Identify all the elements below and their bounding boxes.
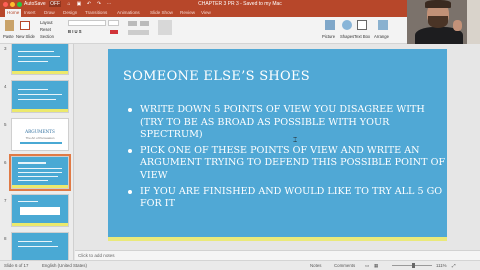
comments-button[interactable]: Comments: [334, 261, 355, 270]
thumb-number: 8: [4, 236, 7, 241]
font-format-buttons[interactable]: B I U S: [68, 29, 82, 34]
bullet-dot-icon: [128, 189, 132, 194]
powerpoint-window: AutoSave OFF ⌂ ▣ ↶ ↷ ⋯ CHAPTER 3 PR 3 - …: [0, 0, 480, 270]
thumb-number: 6: [4, 160, 7, 165]
numbering-icon[interactable]: [140, 21, 149, 26]
bullets-icon[interactable]: [128, 21, 137, 26]
slide-thumbnail[interactable]: ARGUMENTS The Art of Persuasion: [11, 118, 69, 151]
bullet-dot-icon: [128, 148, 132, 153]
shapes-label: Shapes: [340, 34, 355, 39]
document-title: CHAPTER 3 PR 3 - Saved to my Mac: [198, 1, 282, 7]
slide-counter: Slide 6 of 17: [4, 263, 29, 268]
thumb-number: 7: [4, 198, 7, 203]
thumb-title: ARGUMENTS: [25, 129, 55, 134]
zoom-slider-handle[interactable]: [412, 263, 416, 268]
thumb-number: 5: [4, 122, 7, 127]
slide-thumbnails-panel[interactable]: 3 4 5 ARGUMENTS The Art of Persuasion 6 …: [0, 44, 74, 260]
font-size-select[interactable]: [108, 20, 119, 26]
home-icon[interactable]: ⌂: [66, 0, 72, 9]
bullet-list[interactable]: WRITE DOWN 5 POINTS OF VIEW YOU DISAGREE…: [126, 104, 446, 214]
webcam-video-overlay: [407, 0, 480, 44]
redo-icon[interactable]: ↷: [96, 0, 102, 9]
text-box-label: Text Box: [354, 34, 371, 39]
slide-footer-band: [108, 237, 447, 241]
slide-thumbnail[interactable]: [11, 194, 69, 227]
autosave-toggle[interactable]: AutoSave OFF: [24, 0, 62, 9]
arrange-label: Arrange: [374, 34, 389, 39]
picture-label: Picture: [322, 34, 336, 39]
bullet-text: WRITE DOWN 5 POINTS OF VIEW YOU DISAGREE…: [140, 104, 425, 141]
bullet-item[interactable]: IF YOU ARE FINISHED AND WOULD LIKE TO TR…: [126, 186, 446, 211]
tab-review[interactable]: Review: [180, 9, 195, 17]
more-icon[interactable]: ⋯: [106, 0, 112, 9]
status-bar: Slide 6 of 17 English (United States) No…: [0, 260, 480, 270]
tab-design[interactable]: Design: [63, 9, 77, 17]
slide-thumbnail[interactable]: [11, 44, 69, 75]
quick-access-toolbar: ⌂ ▣ ↶ ↷ ⋯: [66, 0, 112, 9]
bullet-text: PICK ONE OF THESE POINTS OF VIEW AND WRI…: [140, 144, 446, 181]
zoom-window-button[interactable]: [17, 2, 22, 7]
thumb-number: 3: [4, 46, 7, 51]
tab-animations[interactable]: Animations: [117, 9, 140, 17]
bullet-dot-icon: [128, 108, 132, 112]
paste-icon[interactable]: [5, 20, 14, 31]
arrange-icon[interactable]: [378, 20, 388, 30]
notes-pane[interactable]: Click to add notes: [75, 250, 480, 260]
save-icon[interactable]: ▣: [76, 0, 82, 9]
language-indicator[interactable]: English (United States): [42, 261, 87, 270]
notes-button[interactable]: Notes: [310, 261, 321, 270]
slide-thumbnail-selected[interactable]: [9, 154, 71, 191]
tab-transitions[interactable]: Transitions: [85, 9, 107, 17]
tab-draw[interactable]: Draw: [44, 9, 55, 17]
current-slide[interactable]: SOMEONE ELSE’S SHOES WRITE DOWN 5 POINTS…: [108, 49, 447, 241]
tab-slide-show[interactable]: Slide Show: [150, 9, 173, 17]
paste-label: Paste: [3, 34, 14, 39]
minimize-window-button[interactable]: [10, 2, 15, 7]
tab-insert[interactable]: Insert: [24, 9, 36, 17]
autosave-state: OFF: [49, 1, 62, 7]
reset-label[interactable]: Reset: [40, 27, 51, 32]
zoom-slider[interactable]: [392, 263, 432, 268]
picture-icon[interactable]: [325, 20, 335, 30]
shapes-icon[interactable]: [342, 20, 352, 30]
align-icon[interactable]: [128, 30, 149, 35]
slide-title[interactable]: SOMEONE ELSE’S SHOES: [123, 69, 310, 84]
font-family-select[interactable]: [68, 20, 106, 26]
zoom-level[interactable]: 111%: [436, 261, 447, 270]
tab-home[interactable]: Home: [5, 9, 22, 17]
layout-label[interactable]: Layout: [40, 20, 53, 25]
autosave-label: AutoSave: [24, 1, 46, 7]
window-controls: [3, 2, 22, 7]
text-cursor-icon: ⌶: [293, 137, 298, 144]
section-label[interactable]: Section: [40, 34, 54, 39]
convert-smartart-icon[interactable]: [158, 20, 172, 35]
tab-view[interactable]: View: [201, 9, 211, 17]
fit-slide-icon[interactable]: ⤢: [452, 261, 456, 270]
text-box-icon[interactable]: [357, 20, 367, 30]
undo-icon[interactable]: ↶: [86, 0, 92, 9]
new-slide-label: New Slide: [16, 34, 35, 39]
new-slide-icon[interactable]: [20, 21, 30, 30]
slide-thumbnail[interactable]: [11, 80, 69, 113]
thumb-number: 4: [4, 84, 7, 89]
thumb-subtitle: The Art of Persuasion: [25, 136, 55, 140]
slide-thumbnail[interactable]: [11, 232, 69, 260]
normal-view-icon[interactable]: ▭: [365, 261, 369, 270]
bullet-text: IF YOU ARE FINISHED AND WOULD LIKE TO TR…: [140, 185, 443, 210]
bullet-item[interactable]: WRITE DOWN 5 POINTS OF VIEW YOU DISAGREE…: [126, 104, 446, 142]
font-color-icon[interactable]: [110, 30, 118, 34]
bullet-item[interactable]: PICK ONE OF THESE POINTS OF VIEW AND WRI…: [126, 145, 446, 183]
sorter-view-icon[interactable]: ▦: [374, 261, 378, 270]
slide-editor: SOMEONE ELSE’S SHOES WRITE DOWN 5 POINTS…: [75, 44, 480, 260]
close-window-button[interactable]: [3, 2, 8, 7]
